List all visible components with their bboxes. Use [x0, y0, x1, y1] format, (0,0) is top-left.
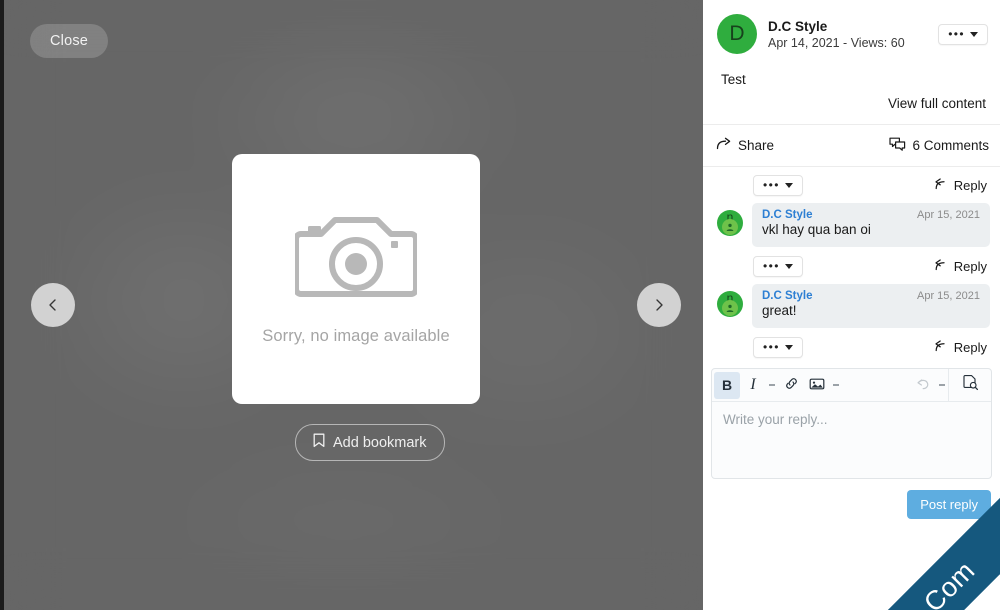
reply-button[interactable]: Reply: [935, 339, 987, 356]
bold-button[interactable]: B: [714, 371, 740, 399]
no-image-text: Sorry, no image available: [262, 327, 450, 345]
post-header: D D.C Style Apr 14, 2021 - Views: 60 •••: [703, 0, 1000, 66]
reply-arrow-icon: [935, 339, 950, 356]
vertical-dots-icon[interactable]: [936, 383, 948, 388]
comment-item: n D.C Style Apr 15, 2021 vkl hay qua ban…: [713, 200, 990, 252]
image-placeholder-card: Sorry, no image available: [232, 154, 480, 404]
comments-button[interactable]: 6 Comments: [889, 137, 989, 154]
preview-button[interactable]: [948, 368, 991, 402]
comments-count-label: 6 Comments: [912, 138, 989, 153]
comment-options-button[interactable]: •••: [753, 175, 803, 196]
lightbox-viewer: Close Sorry, no image available Add book…: [0, 0, 703, 610]
image-icon: [809, 377, 825, 394]
post-sidebar-panel: D D.C Style Apr 14, 2021 - Views: 60 •••…: [703, 0, 1000, 610]
comment-tools-row: ••• Reply: [713, 333, 990, 362]
comment-bubble: D.C Style Apr 15, 2021 great!: [752, 284, 990, 328]
post-actions-bar: Share 6 Comments: [703, 124, 1000, 167]
link-icon: [784, 376, 799, 394]
reply-arrow-icon: [935, 177, 950, 194]
speech-bubbles-icon: [889, 137, 906, 154]
reply-label: Reply: [953, 259, 987, 274]
avatar[interactable]: D: [717, 14, 757, 54]
reply-label: Reply: [953, 178, 987, 193]
link-button[interactable]: [778, 372, 804, 399]
ellipsis-icon: •••: [948, 26, 965, 41]
editor-toolbar: B I: [712, 368, 991, 402]
reply-button[interactable]: Reply: [935, 258, 987, 275]
chevron-down-icon: [970, 31, 978, 37]
chevron-right-icon: [651, 297, 667, 313]
ellipsis-icon: •••: [763, 259, 780, 273]
reply-label: Reply: [953, 340, 987, 355]
post-reply-button[interactable]: Post reply: [907, 490, 991, 519]
vertical-dots-icon[interactable]: [766, 383, 778, 388]
close-button[interactable]: Close: [30, 24, 109, 58]
undo-button[interactable]: [910, 372, 936, 399]
ellipsis-icon: •••: [763, 340, 780, 354]
comment-options-button[interactable]: •••: [753, 256, 803, 277]
add-bookmark-label: Add bookmark: [333, 434, 427, 451]
comment-date: Apr 15, 2021: [917, 290, 980, 302]
comment-author[interactable]: D.C Style: [762, 209, 813, 221]
vertical-dots-icon[interactable]: [830, 383, 842, 388]
post-author[interactable]: D.C Style: [768, 19, 927, 34]
chevron-down-icon: [784, 264, 793, 269]
comment-tools-row: ••• Reply: [713, 171, 990, 200]
post-reply-row: Post reply: [703, 479, 1000, 519]
add-bookmark-button[interactable]: Add bookmark: [295, 424, 445, 461]
comments-list: ••• Reply n D.C Style Apr 15, 2021 vkl h…: [703, 167, 1000, 362]
post-date-views: Apr 14, 2021 - Views: 60: [768, 35, 905, 50]
italic-button[interactable]: I: [740, 372, 766, 399]
avatar[interactable]: n: [717, 210, 743, 236]
reply-arrow-icon: [935, 258, 950, 275]
chevron-down-icon: [784, 183, 793, 188]
comment-author[interactable]: D.C Style: [762, 290, 813, 302]
image-lightbox-page: Close Sorry, no image available Add book…: [0, 0, 1000, 610]
bookmark-icon: [313, 433, 325, 452]
comment-date: Apr 15, 2021: [917, 209, 980, 221]
next-image-button[interactable]: [637, 283, 681, 327]
chevron-left-icon: [45, 297, 61, 313]
user-badge-icon: [722, 219, 738, 235]
post-body-text: Test: [721, 72, 746, 87]
watermark-text: enVn.Com: [866, 555, 981, 610]
view-full-content-link[interactable]: View full content: [703, 87, 1000, 124]
share-label: Share: [738, 138, 775, 153]
comment-text: vkl hay qua ban oi: [762, 222, 871, 237]
document-preview-icon: [962, 374, 979, 396]
reply-editor: B I Write your reply...: [711, 368, 992, 479]
post-meta: D.C Style Apr 14, 2021 - Views: 60: [768, 19, 927, 50]
previous-image-button[interactable]: [31, 283, 75, 327]
comment-header: D.C Style Apr 15, 2021: [762, 209, 980, 221]
reply-button[interactable]: Reply: [935, 177, 987, 194]
italic-label: I: [750, 376, 756, 393]
chevron-down-icon: [784, 345, 793, 350]
user-badge-icon: [722, 300, 738, 316]
undo-icon: [915, 377, 931, 394]
comment-text: great!: [762, 303, 797, 318]
avatar[interactable]: n: [717, 291, 743, 317]
comment-bubble: D.C Style Apr 15, 2021 vkl hay qua ban o…: [752, 203, 990, 247]
share-button[interactable]: Share: [716, 137, 774, 154]
insert-image-button[interactable]: [804, 372, 830, 399]
share-arrow-icon: [716, 137, 732, 154]
comment-tools-row: ••• Reply: [713, 252, 990, 281]
reply-input[interactable]: Write your reply...: [712, 402, 991, 478]
comment-header: D.C Style Apr 15, 2021: [762, 290, 980, 302]
post-options-button[interactable]: •••: [938, 23, 988, 45]
comment-options-button[interactable]: •••: [753, 337, 803, 358]
ellipsis-icon: •••: [763, 178, 780, 192]
camera-icon: [293, 208, 419, 305]
comment-item: n D.C Style Apr 15, 2021 great!: [713, 281, 990, 333]
